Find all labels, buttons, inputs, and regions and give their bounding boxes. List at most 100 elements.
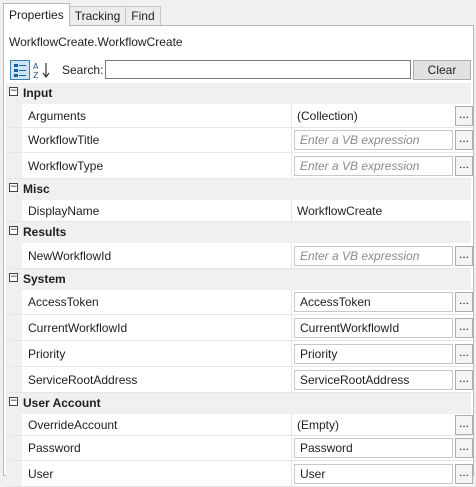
row-gutter (6, 200, 22, 221)
row-gutter (6, 315, 22, 340)
property-row-workflowtitle[interactable]: WorkflowTitle Enter a VB expression... (6, 128, 473, 153)
property-name: Priority (28, 346, 66, 361)
property-row-currentworkflowid[interactable]: CurrentWorkflowId CurrentWorkflowId... (6, 315, 473, 341)
tab-find[interactable]: Find (125, 6, 161, 26)
category-results[interactable]: − Results (6, 222, 471, 243)
column-divider (291, 128, 292, 152)
category-system[interactable]: − System (6, 269, 471, 290)
property-row-displayname[interactable]: DisplayName WorkflowCreate (6, 200, 471, 222)
category-user-account[interactable]: − User Account (6, 393, 471, 414)
property-name: User (28, 466, 54, 481)
svg-text:A: A (33, 62, 39, 71)
expression-input[interactable]: AccessToken (294, 292, 453, 312)
ellipsis-button[interactable]: ... (455, 369, 473, 390)
property-name: Arguments (28, 108, 87, 123)
clear-button[interactable]: Clear (413, 60, 471, 80)
property-row-accesstoken[interactable]: AccessToken AccessToken... (6, 290, 473, 315)
expression-input[interactable]: Enter a VB expression (294, 155, 453, 176)
ellipsis-button[interactable]: ... (455, 438, 473, 458)
collapse-icon[interactable]: − (9, 273, 18, 282)
property-row-user[interactable]: User User... (6, 461, 473, 487)
expression-input[interactable]: Enter a VB expression (294, 245, 453, 266)
row-gutter (6, 414, 22, 435)
property-name: NewWorkflowId (28, 248, 112, 263)
column-divider (291, 104, 292, 127)
category-title: User Account (23, 396, 101, 410)
expression-input[interactable]: CurrentWorkflowId (294, 317, 453, 338)
column-divider (291, 414, 292, 435)
property-row-password[interactable]: Password Password... (6, 436, 473, 461)
property-row-priority[interactable]: Priority Priority... (6, 341, 473, 367)
column-divider (291, 153, 292, 178)
property-row-arguments[interactable]: Arguments (Collection)... (6, 104, 473, 128)
search-label: Search: (62, 63, 104, 77)
property-name: CurrentWorkflowId (28, 320, 128, 335)
category-misc[interactable]: − Misc (6, 179, 471, 200)
expression-input[interactable]: Priority (294, 343, 453, 364)
column-divider (291, 315, 292, 340)
tab-strip: Properties Tracking Find (3, 3, 161, 26)
property-row-overrideaccount[interactable]: OverrideAccount (Empty)... (6, 414, 473, 436)
collapse-icon[interactable]: − (9, 87, 18, 96)
column-divider (291, 341, 292, 366)
ellipsis-button[interactable]: ... (455, 155, 473, 176)
property-name: ServiceRootAddress (28, 372, 138, 387)
row-gutter (6, 104, 22, 127)
column-divider (291, 200, 292, 221)
property-grid: − Input Arguments (Collection)... WorkflowTi… (6, 83, 473, 487)
row-gutter (6, 461, 22, 486)
tab-properties[interactable]: Properties (3, 3, 70, 26)
ellipsis-button[interactable]: ... (455, 463, 473, 484)
ellipsis-button[interactable]: ... (455, 292, 473, 312)
row-gutter (6, 243, 22, 268)
category-title: Results (23, 225, 67, 239)
property-name: WorkflowType (28, 158, 104, 173)
property-name: DisplayName (28, 203, 100, 218)
row-gutter (6, 341, 22, 366)
property-name: Password (28, 441, 81, 455)
column-divider (291, 367, 292, 392)
property-row-workflowtype[interactable]: WorkflowType Enter a VB expression... (6, 153, 473, 179)
svg-text:Z: Z (33, 71, 39, 80)
ellipsis-button[interactable]: ... (455, 414, 473, 435)
activity-name: WorkflowCreate.WorkflowCreate (9, 35, 183, 49)
property-value: WorkflowCreate (297, 203, 383, 218)
tab-tracking[interactable]: Tracking (68, 6, 127, 26)
properties-panel: WorkflowCreate.WorkflowCreate A Z Search… (3, 25, 474, 487)
column-divider (291, 290, 292, 314)
expression-input[interactable]: Enter a VB expression (294, 130, 453, 150)
category-title: Misc (23, 182, 50, 196)
property-name: AccessToken (28, 295, 99, 309)
property-name: OverrideAccount (28, 417, 118, 432)
category-input[interactable]: − Input (6, 83, 471, 104)
ellipsis-button[interactable]: ... (455, 245, 473, 266)
property-row-servicerootaddress[interactable]: ServiceRootAddress ServiceRootAddress... (6, 367, 473, 393)
property-value: (Empty) (297, 417, 339, 432)
column-divider (291, 243, 292, 268)
row-gutter (6, 290, 22, 314)
ellipsis-button[interactable]: ... (455, 317, 473, 338)
property-name: WorkflowTitle (28, 133, 100, 147)
ellipsis-button[interactable]: ... (455, 105, 473, 126)
category-title: Input (23, 86, 53, 100)
properties-toolbar: A Z Search: Clear (8, 58, 473, 82)
categorized-view-icon[interactable] (10, 60, 30, 80)
expression-input[interactable]: Password (294, 438, 453, 458)
expression-input[interactable]: ServiceRootAddress (294, 369, 453, 390)
column-divider (291, 436, 292, 460)
property-value: (Collection) (297, 108, 358, 123)
property-row-newworkflowid[interactable]: NewWorkflowId Enter a VB expression... (6, 243, 473, 269)
collapse-icon[interactable]: − (9, 183, 18, 192)
collapse-icon[interactable]: − (9, 397, 18, 406)
search-input[interactable] (105, 60, 411, 79)
expression-input[interactable]: User (294, 463, 453, 484)
ellipsis-button[interactable]: ... (455, 130, 473, 150)
category-title: System (23, 272, 66, 286)
ellipsis-button[interactable]: ... (455, 343, 473, 364)
row-gutter (6, 436, 22, 460)
column-divider (291, 461, 292, 486)
row-gutter (6, 153, 22, 178)
collapse-icon[interactable]: − (9, 226, 18, 235)
row-gutter (6, 367, 22, 392)
sort-az-icon[interactable]: A Z (32, 60, 52, 80)
